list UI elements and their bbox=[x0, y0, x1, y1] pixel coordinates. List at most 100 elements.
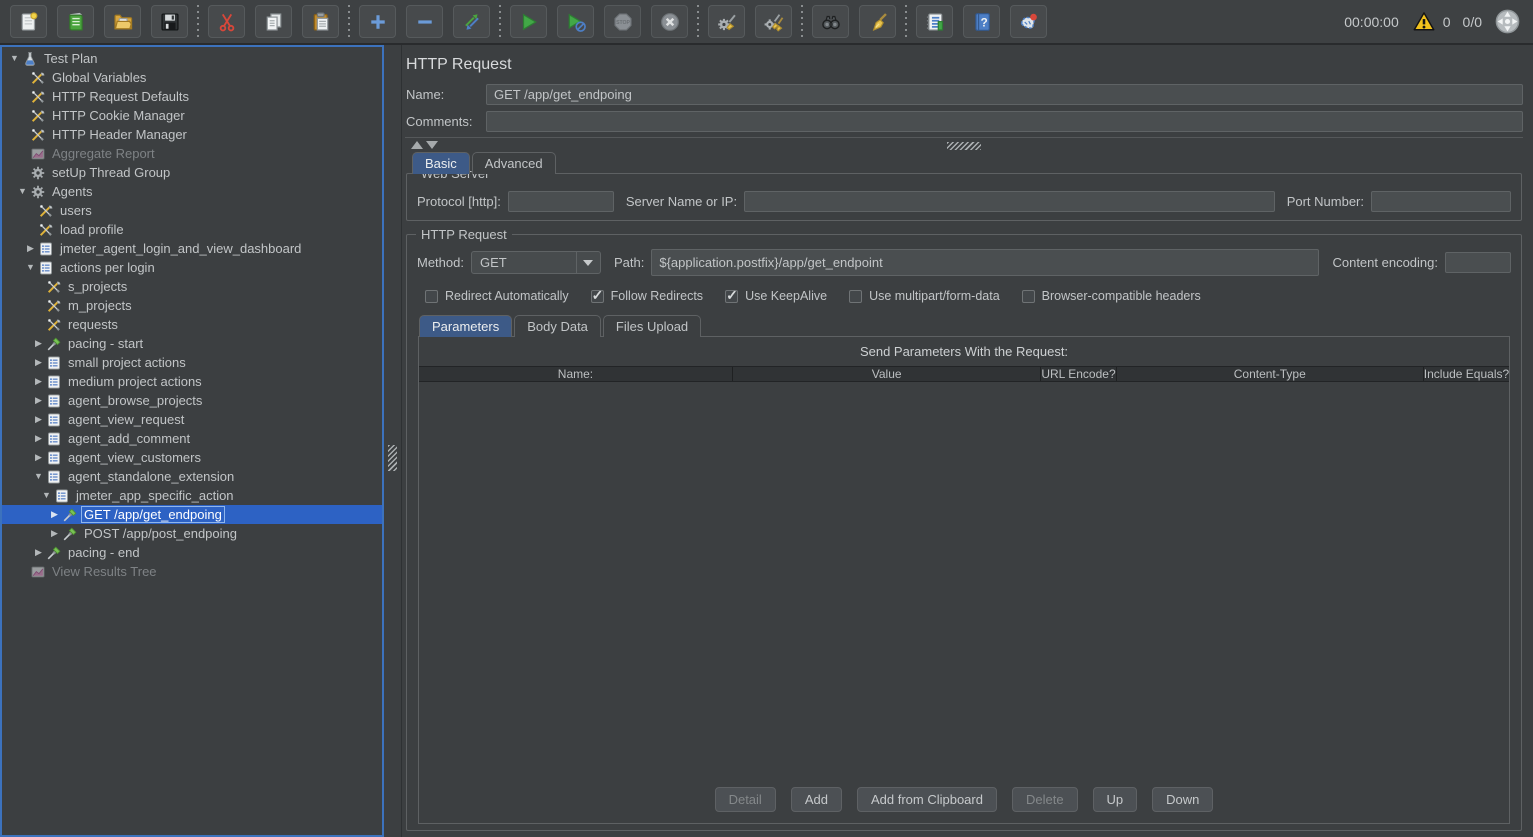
collapse-all-button[interactable] bbox=[406, 5, 443, 38]
tree-node[interactable]: requests bbox=[2, 315, 382, 334]
tree-node[interactable]: ▶medium project actions bbox=[2, 372, 382, 391]
tab-parameters[interactable]: Parameters bbox=[419, 315, 512, 337]
tree-node[interactable]: ▶GET /app/get_endpoing bbox=[2, 505, 382, 524]
save-button[interactable] bbox=[151, 5, 188, 38]
expander-down-icon[interactable]: ▼ bbox=[32, 467, 45, 486]
down-button[interactable]: Down bbox=[1152, 787, 1213, 812]
comments-input[interactable] bbox=[486, 111, 1523, 132]
checkbox-checked-icon[interactable] bbox=[725, 290, 738, 303]
log-warning-indicator[interactable]: 0 bbox=[1411, 10, 1451, 34]
name-input[interactable] bbox=[486, 84, 1523, 105]
stop-button[interactable]: STOP bbox=[604, 5, 641, 38]
tree-node[interactable]: load profile bbox=[2, 220, 382, 239]
expander-right-icon[interactable]: ▶ bbox=[32, 372, 45, 391]
expander-right-icon[interactable]: ▶ bbox=[32, 410, 45, 429]
expander-right-icon[interactable]: ▶ bbox=[48, 505, 61, 524]
expander-down-icon[interactable]: ▼ bbox=[8, 49, 21, 68]
content-encoding-input[interactable] bbox=[1445, 252, 1511, 273]
expander-right-icon[interactable]: ▶ bbox=[32, 448, 45, 467]
search-button[interactable] bbox=[812, 5, 849, 38]
new-plan-button[interactable] bbox=[10, 5, 47, 38]
checkbox-redirect-automatically[interactable]: Redirect Automatically bbox=[425, 289, 569, 303]
tree-node[interactable]: ▼actions per login bbox=[2, 258, 382, 277]
expander-down-icon[interactable]: ▼ bbox=[40, 486, 53, 505]
tab-files-upload[interactable]: Files Upload bbox=[603, 315, 701, 337]
expander-right-icon[interactable]: ▶ bbox=[48, 524, 61, 543]
tree-node[interactable]: HTTP Cookie Manager bbox=[2, 106, 382, 125]
tree-node[interactable]: ▼Agents bbox=[2, 182, 382, 201]
tree-node[interactable]: ▶pacing - end bbox=[2, 543, 382, 562]
checkbox-browser-compatible-headers[interactable]: Browser-compatible headers bbox=[1022, 289, 1201, 303]
checkbox-use-keepalive[interactable]: Use KeepAlive bbox=[725, 289, 827, 303]
expander-right-icon[interactable]: ▶ bbox=[32, 543, 45, 562]
expander-down-icon[interactable]: ▼ bbox=[16, 182, 29, 201]
cut-button[interactable] bbox=[208, 5, 245, 38]
expand-all-button[interactable] bbox=[359, 5, 396, 38]
tab-basic[interactable]: Basic bbox=[412, 152, 470, 174]
tree-node[interactable]: m_projects bbox=[2, 296, 382, 315]
function-helper-button[interactable] bbox=[916, 5, 953, 38]
checkbox-unchecked-icon[interactable] bbox=[425, 290, 438, 303]
tree-node[interactable]: ▶small project actions bbox=[2, 353, 382, 372]
tree-node[interactable]: ▶agent_add_comment bbox=[2, 429, 382, 448]
tree-node[interactable]: ▼agent_standalone_extension bbox=[2, 467, 382, 486]
paste-button[interactable] bbox=[302, 5, 339, 38]
tree-node[interactable]: ▼Test Plan bbox=[2, 49, 382, 68]
start-button[interactable] bbox=[510, 5, 547, 38]
horizontal-splitter[interactable] bbox=[405, 137, 1523, 152]
tree-node[interactable]: HTTP Request Defaults bbox=[2, 87, 382, 106]
reset-search-button[interactable] bbox=[859, 5, 896, 38]
copy-button[interactable] bbox=[255, 5, 292, 38]
expander-right-icon[interactable]: ▶ bbox=[32, 353, 45, 372]
checkbox-checked-icon[interactable] bbox=[591, 290, 604, 303]
protocol-input[interactable] bbox=[508, 191, 614, 212]
toggle-button[interactable] bbox=[453, 5, 490, 38]
splitter-collapse-down-icon[interactable] bbox=[426, 141, 438, 149]
checkbox-unchecked-icon[interactable] bbox=[1022, 290, 1035, 303]
tab-advanced[interactable]: Advanced bbox=[472, 152, 556, 174]
checkbox-unchecked-icon[interactable] bbox=[849, 290, 862, 303]
delete-button[interactable]: Delete bbox=[1012, 787, 1078, 812]
checkbox-use-multipart-form-data[interactable]: Use multipart/form-data bbox=[849, 289, 1000, 303]
clear-all-button[interactable] bbox=[755, 5, 792, 38]
tree-node[interactable]: ▶agent_view_request bbox=[2, 410, 382, 429]
vertical-splitter-grip[interactable] bbox=[388, 445, 397, 471]
method-dropdown[interactable]: GET bbox=[471, 251, 601, 274]
chevron-down-icon[interactable] bbox=[576, 252, 600, 273]
clear-button[interactable] bbox=[708, 5, 745, 38]
tree-node[interactable]: Global Variables bbox=[2, 68, 382, 87]
add-button[interactable]: Add bbox=[791, 787, 842, 812]
tree-node[interactable]: HTTP Header Manager bbox=[2, 125, 382, 144]
expander-right-icon[interactable]: ▶ bbox=[32, 391, 45, 410]
tree-node[interactable]: s_projects bbox=[2, 277, 382, 296]
tree-node[interactable]: setUp Thread Group bbox=[2, 163, 382, 182]
tree-node[interactable]: ▶POST /app/post_endpoing bbox=[2, 524, 382, 543]
export-transactions-button[interactable] bbox=[1010, 5, 1047, 38]
tree-node[interactable]: ▶pacing - start bbox=[2, 334, 382, 353]
horizontal-splitter-grip[interactable] bbox=[947, 142, 981, 150]
server-name-input[interactable] bbox=[744, 191, 1275, 212]
expander-right-icon[interactable]: ▶ bbox=[24, 239, 37, 258]
shutdown-button[interactable] bbox=[651, 5, 688, 38]
open-button[interactable] bbox=[104, 5, 141, 38]
start-no-pauses-button[interactable] bbox=[557, 5, 594, 38]
port-input[interactable] bbox=[1371, 191, 1511, 212]
expander-right-icon[interactable]: ▶ bbox=[32, 429, 45, 448]
vertical-splitter[interactable] bbox=[384, 45, 401, 837]
templates-button[interactable] bbox=[57, 5, 94, 38]
up-button[interactable]: Up bbox=[1093, 787, 1138, 812]
tree-node[interactable]: Aggregate Report bbox=[2, 144, 382, 163]
tree-node[interactable]: users bbox=[2, 201, 382, 220]
path-input[interactable] bbox=[651, 249, 1319, 276]
splitter-collapse-up-icon[interactable] bbox=[411, 141, 423, 149]
detail-button[interactable]: Detail bbox=[715, 787, 776, 812]
help-button[interactable]: ? bbox=[963, 5, 1000, 38]
tab-body-data[interactable]: Body Data bbox=[514, 315, 601, 337]
checkbox-follow-redirects[interactable]: Follow Redirects bbox=[591, 289, 703, 303]
tree-node[interactable]: View Results Tree bbox=[2, 562, 382, 581]
tree-node[interactable]: ▶agent_browse_projects bbox=[2, 391, 382, 410]
params-table-body[interactable] bbox=[419, 382, 1509, 781]
expander-right-icon[interactable]: ▶ bbox=[32, 334, 45, 353]
tree-node[interactable]: ▶agent_view_customers bbox=[2, 448, 382, 467]
add-from-clipboard-button[interactable]: Add from Clipboard bbox=[857, 787, 997, 812]
